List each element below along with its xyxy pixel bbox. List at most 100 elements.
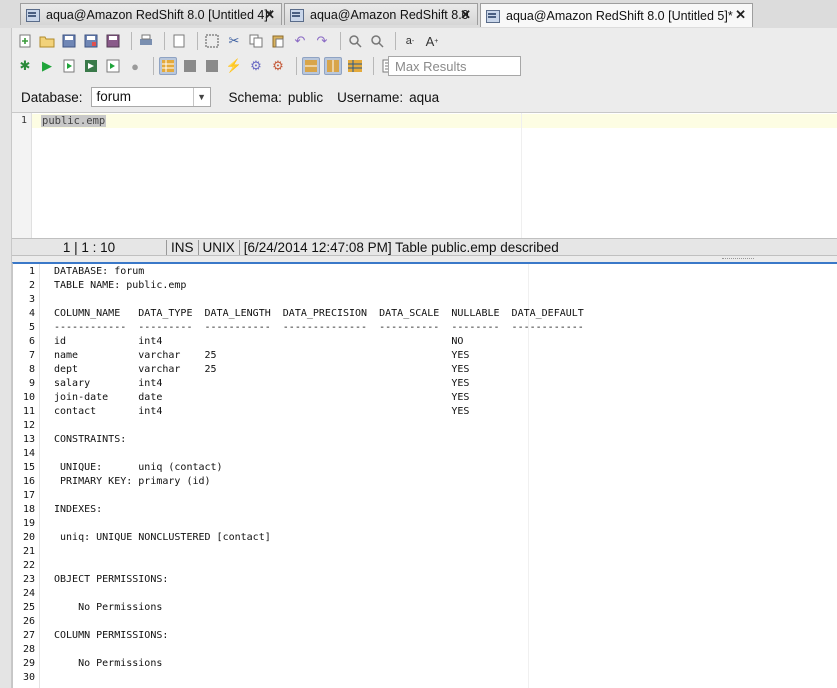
connection-info-row: Database: forum ▼ Schema: public Usernam…: [21, 87, 439, 107]
new-file-icon[interactable]: [16, 32, 34, 50]
page-setup-icon[interactable]: [170, 32, 188, 50]
output-line-number: 6: [28, 336, 35, 347]
output-line-text: contact int4 YES: [54, 406, 470, 417]
output-line-text: DATABASE: forum: [54, 266, 145, 277]
schema-value: public: [287, 89, 324, 105]
find-replace-icon[interactable]: [368, 32, 386, 50]
separator: [131, 32, 132, 50]
output-line-text: No Permissions: [54, 602, 163, 613]
output-line-number: 13: [22, 434, 35, 445]
output-line-text: TABLE NAME: public.emp: [54, 280, 187, 291]
execute-script-icon[interactable]: [60, 57, 78, 75]
output-line-number: 10: [22, 392, 35, 403]
output-line-number: 17: [22, 490, 35, 501]
cut-icon[interactable]: ✂: [225, 32, 243, 50]
schema-label: Schema:: [228, 89, 282, 105]
output-line-number: 29: [22, 658, 35, 669]
save-as-icon[interactable]: [82, 32, 100, 50]
toolbar-row-2: ✱ ▶ ● ⚡ ⚙ ⚙: [16, 54, 401, 78]
decrease-font-icon[interactable]: a-: [401, 32, 419, 50]
output-line-number: 16: [22, 476, 35, 487]
commit-icon[interactable]: ⚙: [247, 57, 265, 75]
username-value: aqua: [409, 89, 440, 105]
text-results-icon[interactable]: [181, 57, 199, 75]
sql-editor-icon: [485, 9, 501, 23]
output-line-number: 21: [22, 546, 35, 557]
horizontal-layout-icon[interactable]: [302, 57, 320, 75]
output-line-text: join-date date YES: [54, 392, 470, 403]
open-folder-icon[interactable]: [38, 32, 56, 50]
execute-icon[interactable]: ▶: [38, 57, 56, 75]
stop-icon[interactable]: ●: [126, 57, 144, 75]
print-icon[interactable]: [137, 32, 155, 50]
output-line-number: 15: [22, 462, 35, 473]
cursor-position: 1 | 1 : 10: [12, 239, 167, 255]
close-icon[interactable]: ✕: [460, 7, 471, 23]
output-line-number: 3: [28, 294, 35, 305]
tab-untitled-5[interactable]: aqua@Amazon RedShift 8.0 [Untitled 5]* ✕: [480, 3, 753, 27]
sql-editor[interactable]: 1 public.emp: [12, 112, 837, 239]
copy-icon[interactable]: [247, 32, 265, 50]
tab-untitled-4[interactable]: aqua@Amazon RedShift 8.0 [Untitled 4]* ✕: [20, 3, 282, 25]
close-icon[interactable]: ✕: [264, 7, 275, 23]
output-line-text: COLUMN PERMISSIONS:: [54, 630, 169, 641]
rollback-icon[interactable]: ⚙: [269, 57, 287, 75]
output-line-number: 25: [22, 602, 35, 613]
output-line-number: 28: [22, 644, 35, 655]
grid-results-icon[interactable]: [159, 57, 177, 75]
separator: [153, 57, 154, 75]
vertical-layout-icon[interactable]: [324, 57, 342, 75]
output-line-text: PRIMARY KEY: primary (id): [54, 476, 211, 487]
output-line-number: 1: [28, 266, 35, 277]
undo-icon[interactable]: ↶: [291, 32, 309, 50]
output-line-number: 27: [22, 630, 35, 641]
output-line-number: 23: [22, 574, 35, 585]
database-select[interactable]: forum ▼: [90, 87, 211, 107]
grip-icon: [722, 258, 754, 261]
database-label: Database:: [21, 89, 83, 105]
separator: [340, 32, 341, 50]
execute-selection-icon[interactable]: [82, 57, 100, 75]
output-line-text: CONSTRAINTS:: [54, 434, 127, 445]
editor-text[interactable]: public.emp: [41, 115, 107, 127]
select-icon[interactable]: [203, 32, 221, 50]
output-line-text: No Permissions: [54, 658, 163, 669]
current-line-highlight: [32, 114, 837, 128]
separator: [197, 32, 198, 50]
insert-mode: INS: [167, 239, 199, 255]
find-icon[interactable]: [346, 32, 364, 50]
separator: [395, 32, 396, 50]
output-line-number: 24: [22, 588, 35, 599]
output-line-number: 20: [22, 532, 35, 543]
separator: [373, 57, 374, 75]
output-line-number: 4: [28, 308, 35, 319]
auto-commit-icon[interactable]: ⚡: [225, 57, 243, 75]
execute-all-icon[interactable]: ✱: [16, 57, 34, 75]
toolbar: ✂ ↶ ↷ a- A + ✱ ▶ ● ⚡ ⚙ ⚙ Max Results Data…: [12, 28, 837, 112]
output-line-number: 30: [22, 672, 35, 683]
save-all-icon[interactable]: [104, 32, 122, 50]
output-line-number: 5: [28, 322, 35, 333]
table-icon[interactable]: [346, 57, 364, 75]
increase-font-icon[interactable]: A +: [423, 32, 441, 50]
output-line-text: id int4 NO: [54, 336, 464, 347]
output-line-text: ------------ --------- ----------- -----…: [54, 322, 584, 333]
left-margin-strip: [0, 28, 12, 688]
output-line-number: 22: [22, 560, 35, 571]
results-output[interactable]: 1 DATABASE: forum 2 TABLE NAME: public.emp 3…: [12, 262, 837, 688]
close-icon[interactable]: ✕: [735, 7, 746, 23]
output-line-text: name varchar 25 YES: [54, 350, 470, 361]
redo-icon[interactable]: ↷: [313, 32, 331, 50]
explain-plan-icon[interactable]: [104, 57, 122, 75]
save-icon[interactable]: [60, 32, 78, 50]
paste-icon[interactable]: [269, 32, 287, 50]
status-message: [6/24/2014 12:47:08 PM] Table public.emp…: [243, 239, 559, 255]
output-line-number: 9: [28, 378, 35, 389]
tab-connection[interactable]: aqua@Amazon RedShift 8.0 ✕: [284, 3, 478, 25]
chevron-down-icon[interactable]: ▼: [192, 88, 210, 106]
file-results-icon[interactable]: [203, 57, 221, 75]
output-line-number: 14: [22, 448, 35, 459]
tab-label: aqua@Amazon RedShift 8.0: [310, 7, 469, 22]
max-results-input[interactable]: Max Results: [388, 56, 521, 76]
output-line-text: COLUMN_NAME DATA_TYPE DATA_LENGTH DATA_P…: [54, 308, 584, 319]
